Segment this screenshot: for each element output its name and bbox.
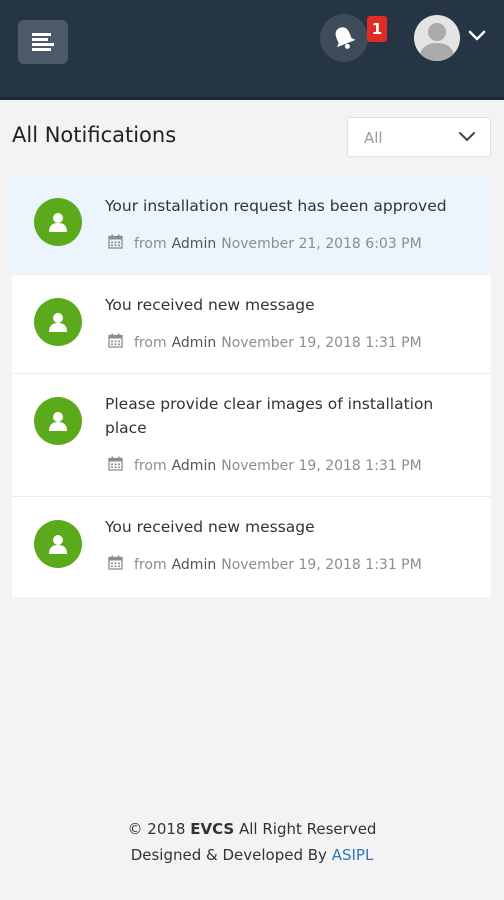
top-navbar: 1 (0, 0, 504, 100)
notification-message: You received new message (105, 518, 315, 536)
chevron-down-icon (459, 132, 475, 141)
page-title: All Notifications (12, 123, 177, 147)
notifications-button[interactable] (320, 14, 368, 62)
calendar-icon (108, 234, 123, 253)
notification-meta: from Admin November 19, 2018 1:31 PM (108, 555, 422, 574)
notification-author: Admin (171, 334, 217, 351)
notification-date: November 19, 2018 1:31 PM (221, 334, 422, 351)
notification-author: Admin (171, 457, 217, 474)
user-avatar-icon (419, 23, 455, 61)
developed-by-label: Designed & Developed By (130, 846, 327, 864)
notification-meta: from Admin November 19, 2018 1:31 PM (108, 333, 422, 352)
notification-filter-select[interactable]: All (347, 117, 491, 157)
notification-message: Your installation request has been appro… (105, 197, 447, 215)
notification-meta: from Admin November 19, 2018 1:31 PM (108, 456, 422, 475)
user-avatar[interactable] (414, 15, 460, 61)
from-label: from (134, 556, 167, 573)
notification-date: November 19, 2018 1:31 PM (221, 457, 422, 474)
notification-list: Your installation request has been appro… (12, 175, 491, 597)
developer-link[interactable]: ASIPL (332, 846, 374, 864)
calendar-icon (108, 333, 123, 352)
copyright-suffix: All Right Reserved (239, 820, 377, 838)
user-icon (34, 397, 82, 445)
page-footer: © 2018 EVCS All Right Reserved Designed … (0, 816, 504, 868)
user-icon (34, 298, 82, 346)
menu-icon (32, 33, 54, 51)
notification-count-badge: 1 (367, 16, 387, 42)
bell-icon (335, 27, 356, 49)
notification-item[interactable]: You received new message from Admin Nove… (12, 275, 491, 374)
calendar-icon (108, 555, 123, 574)
chevron-down-icon[interactable] (468, 30, 486, 42)
notification-item[interactable]: You received new message from Admin Nove… (12, 497, 491, 597)
copyright-prefix: © 2018 (127, 820, 186, 838)
notification-author: Admin (171, 235, 217, 252)
notification-date: November 21, 2018 6:03 PM (221, 235, 422, 252)
calendar-icon (108, 456, 123, 475)
from-label: from (134, 235, 167, 252)
brand-name: EVCS (190, 820, 235, 838)
notification-item[interactable]: Please provide clear images of installat… (12, 374, 491, 497)
notification-meta: from Admin November 21, 2018 6:03 PM (108, 234, 422, 253)
user-icon (34, 520, 82, 568)
menu-toggle-button[interactable] (18, 20, 68, 64)
notification-message: You received new message (105, 296, 315, 314)
notification-message: Please provide clear images of installat… (105, 395, 434, 437)
developer-line: Designed & Developed By ASIPL (0, 842, 504, 868)
from-label: from (134, 334, 167, 351)
notification-date: November 19, 2018 1:31 PM (221, 556, 422, 573)
notification-author: Admin (171, 556, 217, 573)
from-label: from (134, 457, 167, 474)
copyright-line: © 2018 EVCS All Right Reserved (0, 816, 504, 842)
user-icon (34, 198, 82, 246)
notification-item[interactable]: Your installation request has been appro… (12, 175, 491, 275)
filter-selected-value: All (364, 129, 383, 147)
